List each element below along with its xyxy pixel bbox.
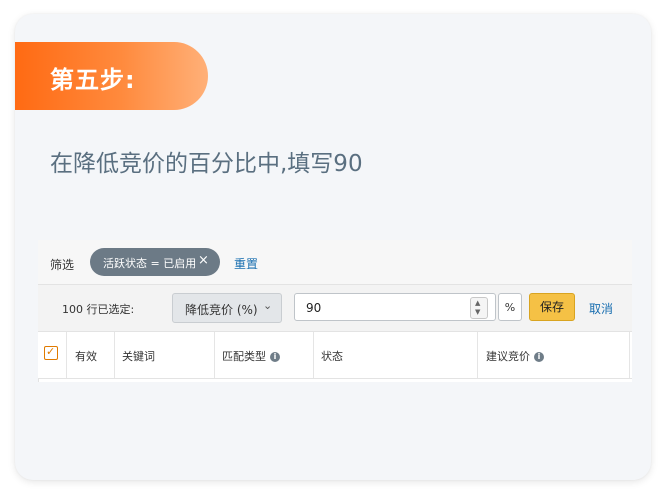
selected-count: 100 行已选定: <box>62 303 135 316</box>
percent-input[interactable]: 90 ▲ ▼ <box>294 293 496 321</box>
column-match-type[interactable]: 匹配类型 i <box>215 332 314 378</box>
close-icon[interactable]: × <box>198 253 209 268</box>
number-stepper[interactable]: ▲ ▼ <box>470 297 488 319</box>
action-select-value: 降低竞价 (%) <box>185 303 258 317</box>
reset-link[interactable]: 重置 <box>234 255 258 272</box>
info-icon[interactable]: i <box>270 352 280 362</box>
action-select[interactable]: 降低竞价 (%) ⌄ <box>172 293 282 323</box>
column-active: 有效 <box>67 332 115 378</box>
column-header-keyword: 关键词 <box>122 350 155 363</box>
chevron-down-icon: ⌄ <box>263 299 273 312</box>
select-all-column: ✓ <box>38 332 67 378</box>
column-header-suggested-bid-label: 建议竞价 <box>486 350 530 363</box>
column-header-match-type: 匹配类型 i <box>222 348 280 364</box>
column-suggested-bid[interactable]: 建议竞价 i <box>478 332 630 378</box>
save-button[interactable]: 保存 <box>529 293 575 321</box>
column-header-match-type-label: 匹配类型 <box>222 350 266 363</box>
column-header-suggested-bid: 建议竞价 i <box>486 348 544 364</box>
column-header-active: 有效 <box>75 350 97 363</box>
column-keyword[interactable]: 关键词 <box>115 332 215 378</box>
filter-chip[interactable]: 活跃状态 = 已启用 × <box>90 248 220 276</box>
stepper-up-icon[interactable]: ▲ <box>475 299 480 307</box>
cancel-link[interactable]: 取消 <box>589 300 613 317</box>
instruction-text: 在降低竞价的百分比中,填写90 <box>50 151 363 177</box>
table-header-row: ✓ 有效 关键词 匹配类型 i 状态 建议竞价 i <box>38 332 632 379</box>
campaign-panel: 筛选 活跃状态 = 已启用 × 重置 100 行已选定: 降低竞价 (%) ⌄ … <box>38 240 632 382</box>
select-all-checkbox[interactable]: ✓ <box>44 345 58 360</box>
filter-bar: 筛选 活跃状态 = 已启用 × 重置 <box>38 240 632 285</box>
column-status[interactable]: 状态 <box>314 332 478 378</box>
checkmark-icon: ✓ <box>46 345 56 358</box>
info-icon[interactable]: i <box>534 352 544 362</box>
filter-label: 筛选 <box>50 258 75 272</box>
bulk-action-bar: 100 行已选定: 降低竞价 (%) ⌄ 90 ▲ ▼ % 保存 取消 <box>38 285 632 332</box>
step-banner: 第五步: <box>15 42 208 110</box>
step-title: 第五步: <box>50 66 136 94</box>
filter-chip-label: 活跃状态 = 已启用 <box>103 257 197 270</box>
column-header-status: 状态 <box>321 350 343 363</box>
percent-unit: % <box>498 293 522 321</box>
percent-input-value: 90 <box>306 301 322 315</box>
stepper-down-icon[interactable]: ▼ <box>475 308 480 316</box>
